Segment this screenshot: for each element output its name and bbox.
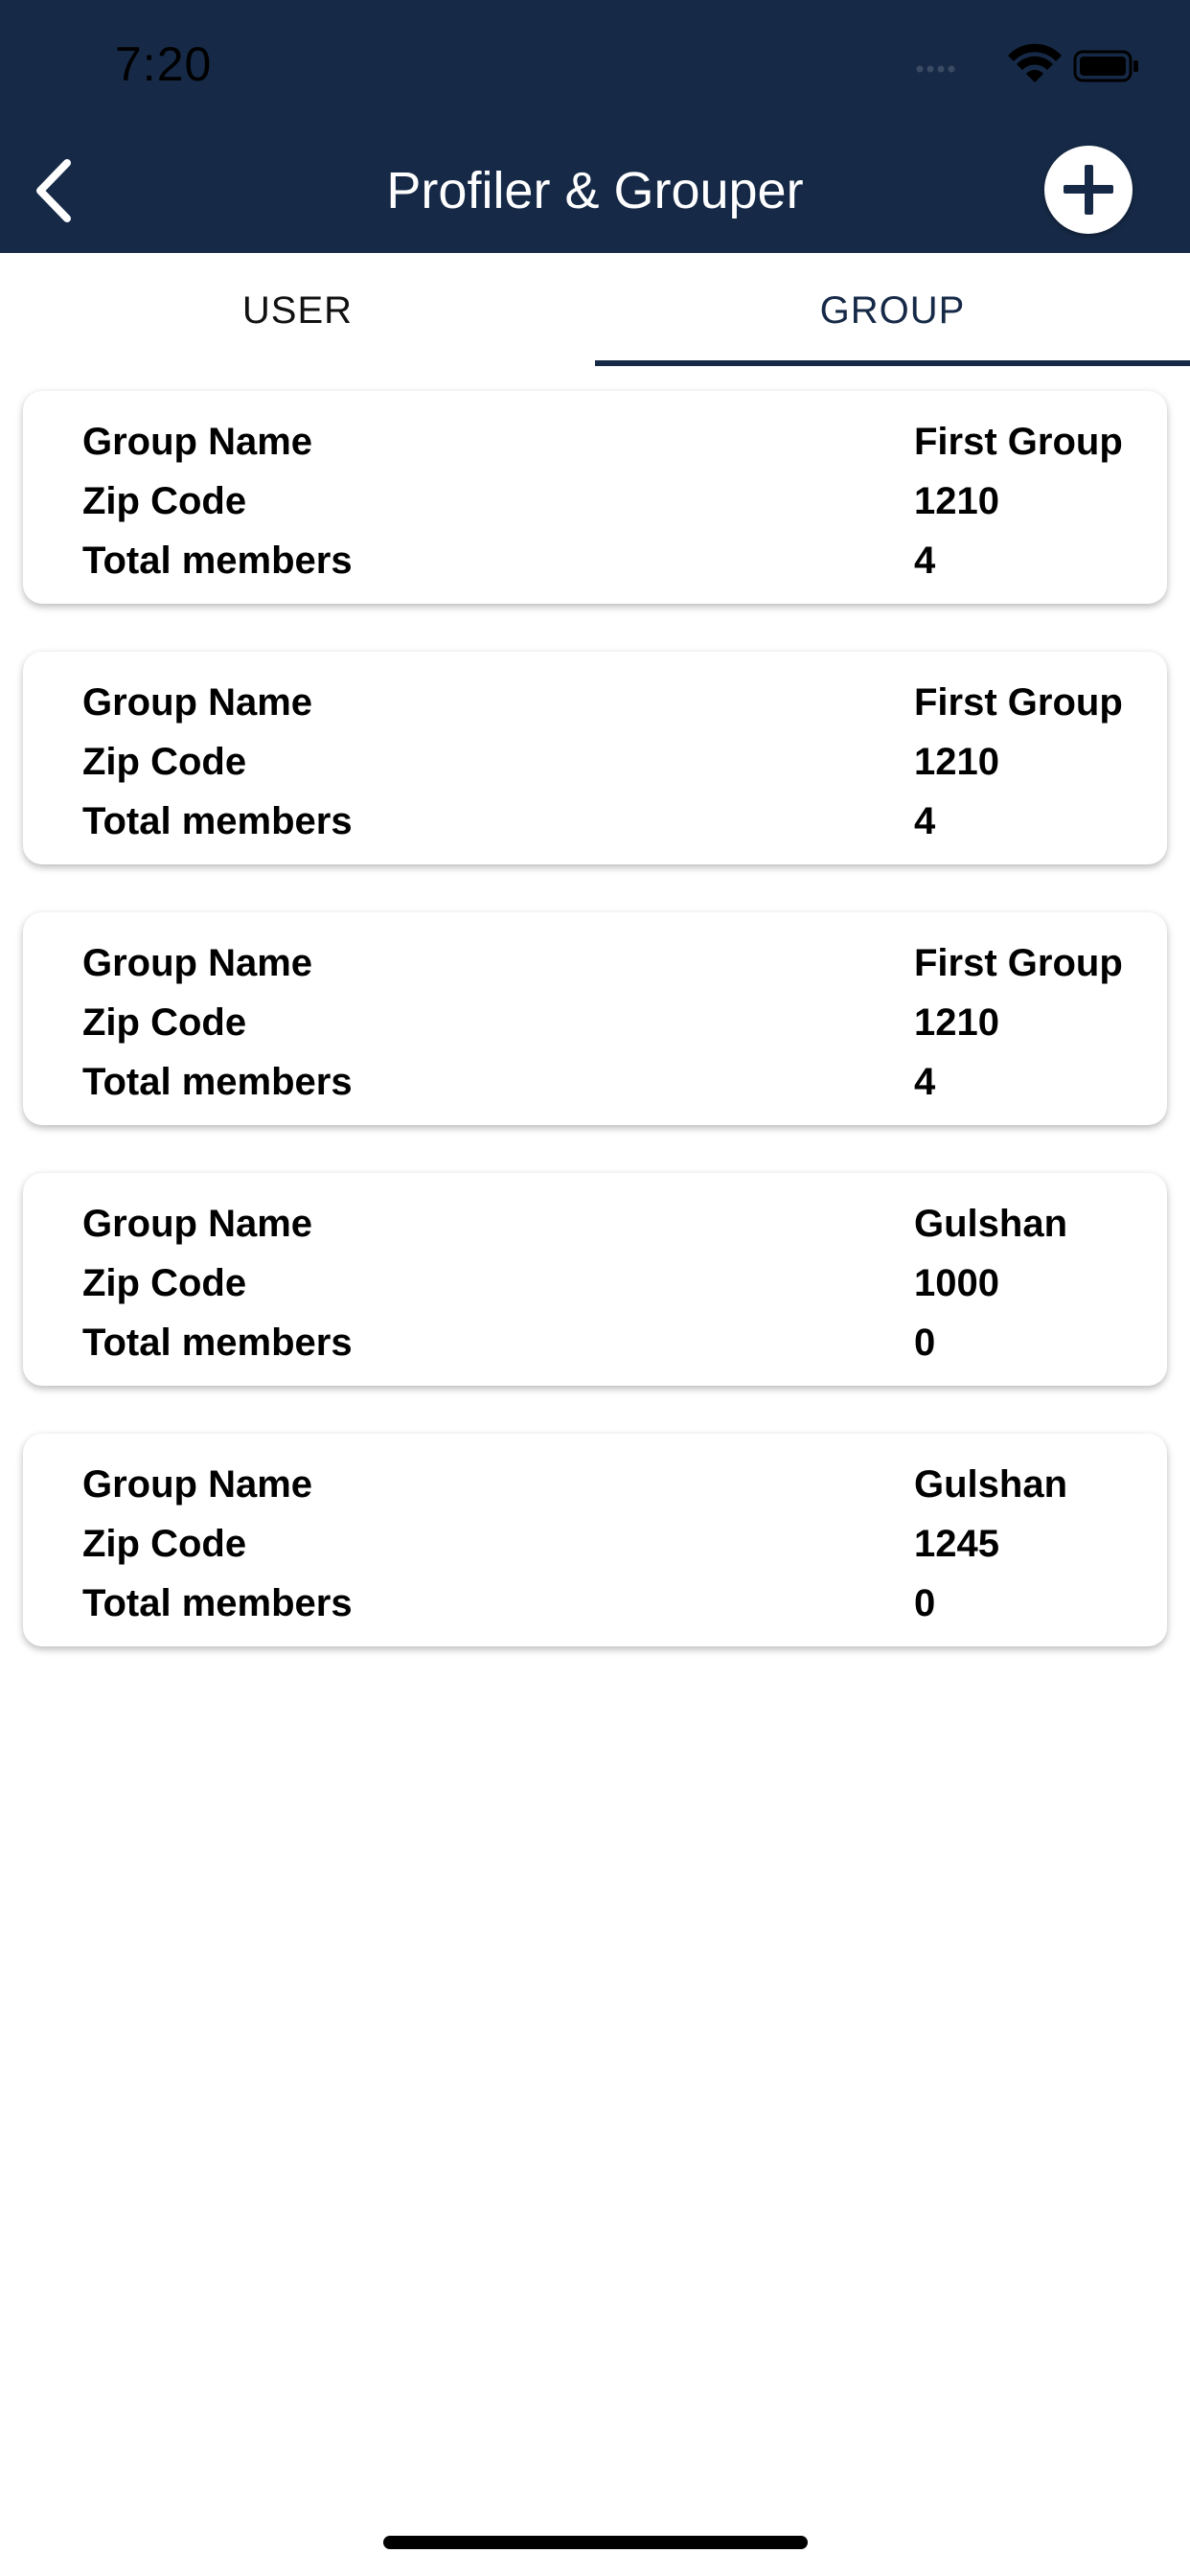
zip-code-label: Zip Code [82, 1001, 247, 1044]
group-name-row: Group Name First Group [82, 933, 1167, 993]
group-name-row: Group Name First Group [82, 673, 1167, 732]
group-name-label: Group Name [82, 421, 313, 463]
total-members-label: Total members [82, 540, 353, 582]
plus-circle-icon [1064, 165, 1113, 215]
active-tab-indicator [595, 360, 1190, 366]
total-members-label: Total members [82, 1322, 353, 1364]
zip-code-value: 1000 [914, 1262, 999, 1304]
zip-code-row: Zip Code 1210 [82, 993, 1167, 1052]
zip-code-row: Zip Code 1210 [82, 472, 1167, 531]
total-members-row: Total members 4 [82, 1052, 1167, 1112]
total-members-row: Total members 0 [82, 1574, 1167, 1633]
group-name-row: Group Name Gulshan [82, 1194, 1167, 1254]
page-title: Profiler & Grouper [386, 162, 804, 219]
zip-code-row: Zip Code 1245 [82, 1514, 1167, 1574]
group-name-label: Group Name [82, 1203, 313, 1245]
group-name-row: Group Name Gulshan [82, 1455, 1167, 1514]
zip-code-label: Zip Code [82, 1523, 247, 1565]
group-name-value: First Group [914, 421, 1123, 463]
battery-icon [1073, 50, 1138, 82]
group-name-value: First Group [914, 681, 1123, 724]
group-card[interactable]: Group Name First Group Zip Code 1210 Tot… [23, 652, 1167, 864]
total-members-row: Total members 4 [82, 531, 1167, 590]
zip-code-label: Zip Code [82, 1262, 247, 1304]
total-members-label: Total members [82, 1061, 353, 1103]
group-name-value: Gulshan [914, 1203, 1068, 1245]
group-list: Group Name First Group Zip Code 1210 Tot… [23, 391, 1167, 1694]
add-group-button[interactable] [1044, 146, 1133, 234]
total-members-value: 4 [914, 800, 936, 842]
zip-code-row: Zip Code 1000 [82, 1254, 1167, 1313]
group-name-label: Group Name [82, 1463, 313, 1506]
total-members-value: 4 [914, 540, 936, 582]
total-members-label: Total members [82, 1582, 353, 1624]
status-time: 7:20 [115, 37, 213, 91]
total-members-value: 0 [914, 1582, 936, 1624]
group-card[interactable]: Group Name First Group Zip Code 1210 Tot… [23, 391, 1167, 604]
zip-code-value: 1245 [914, 1523, 999, 1565]
status-icons [916, 43, 1138, 82]
total-members-value: 4 [914, 1061, 936, 1103]
tab-bar: USER GROUP [0, 253, 1190, 368]
zip-code-value: 1210 [914, 741, 999, 783]
home-indicator[interactable] [383, 2536, 808, 2549]
signal-icon [916, 65, 955, 73]
zip-code-label: Zip Code [82, 480, 247, 522]
total-members-value: 0 [914, 1322, 936, 1364]
group-name-row: Group Name First Group [82, 412, 1167, 472]
tab-user[interactable]: USER [0, 253, 595, 368]
group-card[interactable]: Group Name Gulshan Zip Code 1245 Total m… [23, 1434, 1167, 1646]
wifi-icon [1008, 43, 1062, 82]
zip-code-label: Zip Code [82, 741, 247, 783]
group-card[interactable]: Group Name Gulshan Zip Code 1000 Total m… [23, 1173, 1167, 1386]
group-name-value: Gulshan [914, 1463, 1068, 1506]
group-name-label: Group Name [82, 681, 313, 724]
tab-group[interactable]: GROUP [595, 253, 1190, 368]
zip-code-value: 1210 [914, 480, 999, 522]
group-name-value: First Group [914, 942, 1123, 984]
zip-code-value: 1210 [914, 1001, 999, 1044]
group-card[interactable]: Group Name First Group Zip Code 1210 Tot… [23, 912, 1167, 1125]
app-header: 7:20 Profiler & Grouper [0, 0, 1190, 253]
total-members-label: Total members [82, 800, 353, 842]
total-members-row: Total members 4 [82, 792, 1167, 851]
zip-code-row: Zip Code 1210 [82, 732, 1167, 792]
group-name-label: Group Name [82, 942, 313, 984]
total-members-row: Total members 0 [82, 1313, 1167, 1372]
